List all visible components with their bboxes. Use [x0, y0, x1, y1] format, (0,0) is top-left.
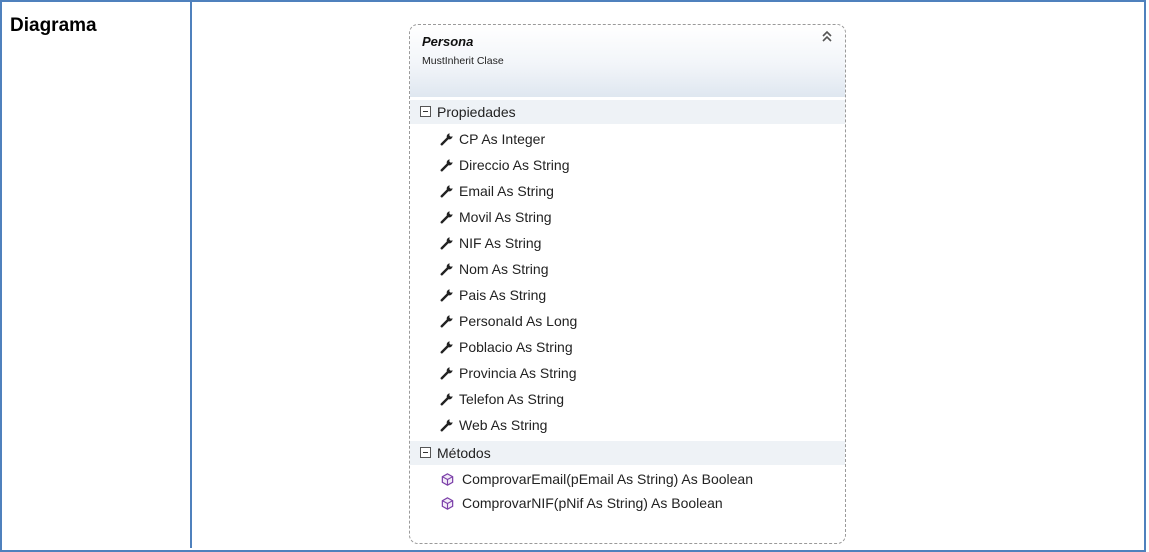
section-label: Métodos — [437, 445, 491, 461]
wrench-icon — [439, 132, 454, 147]
member-label: Movil As String — [459, 209, 552, 225]
list-item[interactable]: NIF As String — [410, 231, 845, 257]
member-label: NIF As String — [459, 235, 542, 251]
list-item[interactable]: Nom As String — [410, 257, 845, 283]
list-item[interactable]: CP As Integer — [410, 127, 845, 153]
list-item[interactable]: Direccio As String — [410, 153, 845, 179]
wrench-icon — [439, 262, 454, 277]
methods-list: ComprovarEmail(pEmail As String) As Bool… — [410, 465, 845, 518]
list-item[interactable]: Movil As String — [410, 205, 845, 231]
member-label: Email As String — [459, 183, 554, 199]
wrench-icon — [439, 184, 454, 199]
list-item[interactable]: Email As String — [410, 179, 845, 205]
double-chevron-up-icon[interactable] — [819, 27, 835, 47]
member-label: ComprovarNIF(pNif As String) As Boolean — [462, 495, 723, 511]
wrench-icon — [439, 158, 454, 173]
list-item[interactable]: Pais As String — [410, 283, 845, 309]
properties-list: CP As Integer Direccio As String Email As … — [410, 124, 845, 441]
section-header-methods[interactable]: Métodos — [410, 441, 845, 465]
list-item[interactable]: PersonaId As Long — [410, 309, 845, 335]
minus-box-icon[interactable] — [420, 106, 431, 117]
wrench-icon — [439, 288, 454, 303]
class-kind: MustInherit Clase — [422, 55, 504, 67]
list-item[interactable]: Telefon As String — [410, 387, 845, 413]
member-label: Nom As String — [459, 261, 549, 277]
wrench-icon — [439, 236, 454, 251]
wrench-icon — [439, 314, 454, 329]
diagram-heading: Diagrama — [10, 15, 97, 36]
minus-box-icon[interactable] — [420, 447, 431, 458]
wrench-icon — [439, 366, 454, 381]
class-shape-persona[interactable]: Persona MustInherit Clase Propiedades CP… — [409, 24, 846, 544]
member-label: Provincia As String — [459, 365, 577, 381]
member-label: Pais As String — [459, 287, 547, 303]
wrench-icon — [439, 392, 454, 407]
column-divider — [190, 0, 192, 548]
list-item[interactable]: ComprovarNIF(pNif As String) As Boolean — [410, 492, 845, 516]
member-label: PersonaId As Long — [459, 313, 578, 329]
member-label: Telefon As String — [459, 391, 565, 407]
member-label: Direccio As String — [459, 157, 570, 173]
wrench-icon — [439, 418, 454, 433]
class-name: Persona — [422, 34, 474, 49]
list-item[interactable]: ComprovarEmail(pEmail As String) As Bool… — [410, 468, 845, 492]
method-cube-icon — [440, 496, 455, 511]
wrench-icon — [439, 340, 454, 355]
member-label: ComprovarEmail(pEmail As String) As Bool… — [462, 471, 754, 487]
member-label: CP As Integer — [459, 131, 546, 147]
member-label: Web As String — [459, 417, 548, 433]
member-label: Poblacio As String — [459, 339, 573, 355]
list-item[interactable]: Web As String — [410, 413, 845, 439]
list-item[interactable]: Poblacio As String — [410, 335, 845, 361]
section-label: Propiedades — [437, 104, 516, 120]
method-cube-icon — [440, 472, 455, 487]
list-item[interactable]: Provincia As String — [410, 361, 845, 387]
section-header-properties[interactable]: Propiedades — [410, 100, 845, 124]
class-header[interactable]: Persona MustInherit Clase — [410, 25, 845, 97]
wrench-icon — [439, 210, 454, 225]
